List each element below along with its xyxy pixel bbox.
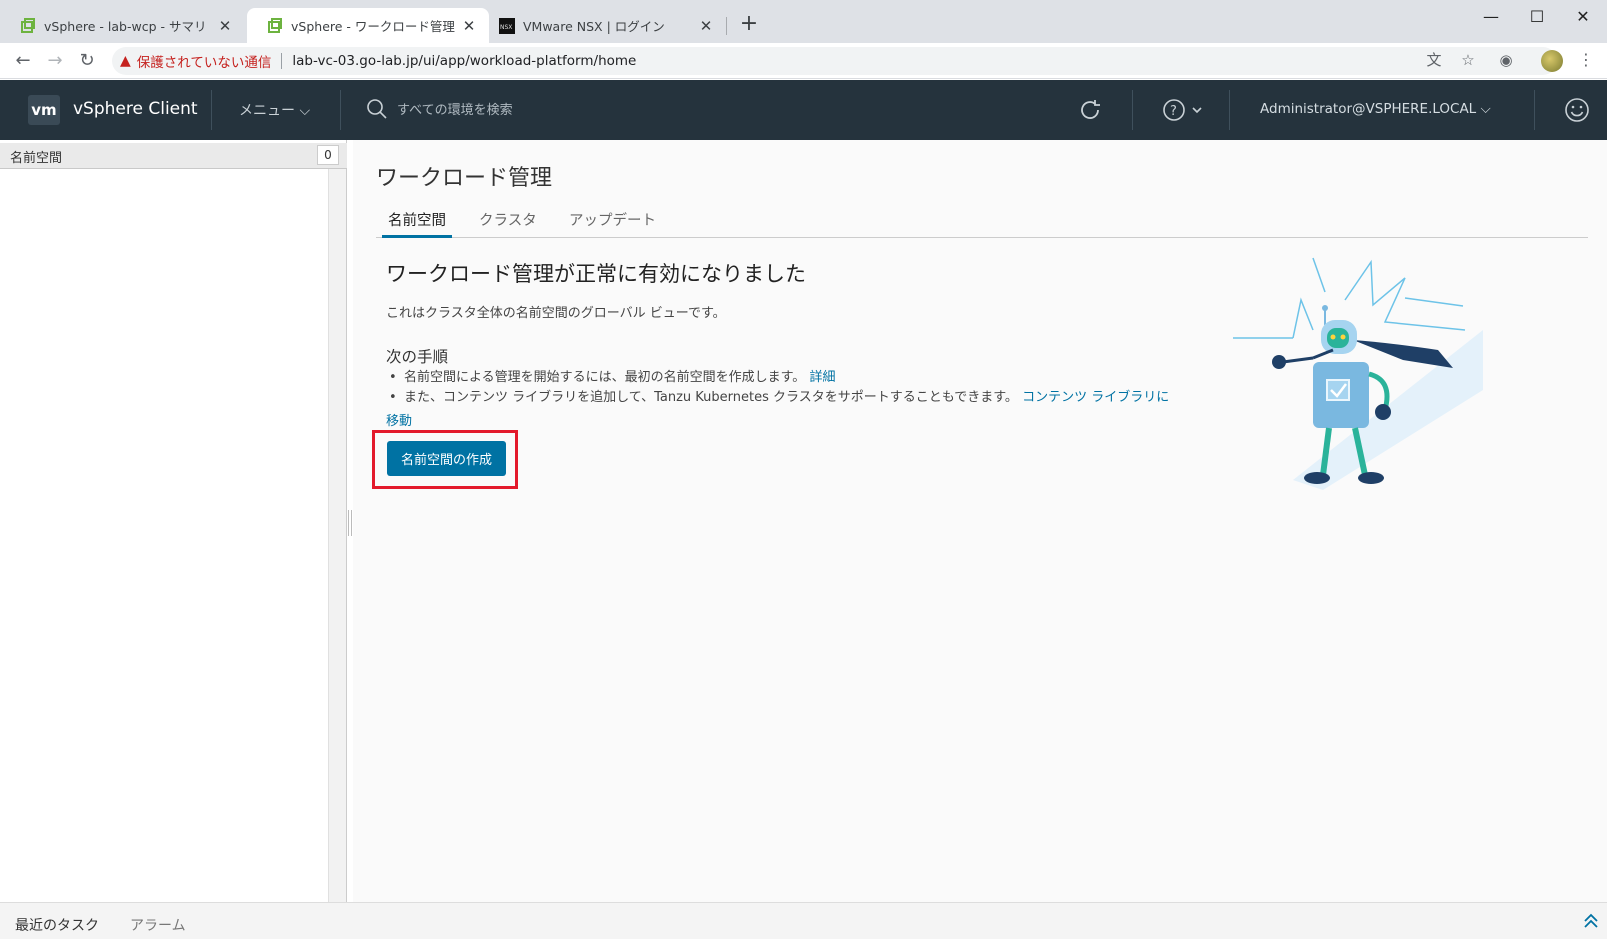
create-namespace-button[interactable]: 名前空間の作成	[387, 441, 506, 476]
new-tab-button[interactable]: +	[736, 12, 762, 38]
browser-toolbar: ← → ↻ ▲ 保護されていない通信 lab-vc-03.go-lab.jp/u…	[0, 43, 1607, 79]
tab-clusters[interactable]: クラスタ	[479, 209, 537, 238]
omnibox-divider	[281, 53, 283, 69]
minimize-button[interactable]: —	[1468, 4, 1514, 30]
vsphere-header: vm vSphere Client メニュー ⌵ ? Administrator…	[0, 80, 1607, 140]
header-divider	[340, 90, 341, 130]
step2-text: また、コンテンツ ライブラリを追加して、Tanzu Kubernetes クラス…	[404, 390, 1018, 405]
svg-text:?: ?	[1170, 104, 1177, 119]
success-heading: ワークロード管理が正常に有効になりました	[386, 262, 806, 286]
browser-tab-summary[interactable]: vSphere - lab-wcp - サマリ ✕	[0, 8, 245, 43]
feedback-smiley-icon[interactable]	[1564, 97, 1590, 123]
tab-divider	[726, 17, 727, 35]
tab-updates[interactable]: アップデート	[569, 209, 656, 238]
header-divider	[211, 90, 212, 130]
namespace-panel: 名前空間 0	[0, 140, 347, 902]
main-content: ワークロード管理 名前空間 クラスタ アップデート ワークロード管理が正常に有効…	[353, 140, 1607, 902]
next-steps-heading: 次の手順	[386, 348, 449, 366]
learn-more-link[interactable]: 詳細	[809, 370, 835, 385]
tab-title: vSphere - ワークロード管理	[291, 19, 455, 34]
browser-menu-icon[interactable]: ⋮	[1578, 50, 1594, 69]
content-library-link-continued[interactable]: 移動	[386, 410, 412, 429]
tab-close-icon[interactable]: ✕	[698, 17, 714, 35]
user-menu[interactable]: Administrator@VSPHERE.LOCAL ⌵	[1260, 101, 1491, 117]
nsx-favicon-icon: NSX	[499, 17, 515, 34]
vsphere-favicon-icon	[268, 17, 282, 33]
security-warning[interactable]: 保護されていない通信	[137, 51, 272, 71]
namespace-count-badge: 0	[317, 145, 339, 165]
next-steps-list: 名前空間による管理を開始するには、最初の名前空間を作成します。 詳細 また、コン…	[386, 368, 1186, 408]
svg-text:NSX: NSX	[500, 24, 512, 31]
recent-tasks-tab[interactable]: 最近のタスク	[15, 915, 99, 935]
extension-icon[interactable]: ◉	[1495, 49, 1517, 71]
forward-button[interactable]: →	[41, 47, 69, 75]
chevron-double-up-icon[interactable]	[1583, 912, 1599, 930]
browser-tab-workload[interactable]: vSphere - ワークロード管理 ✕	[247, 8, 489, 43]
content-library-link[interactable]: コンテンツ ライブラリに	[1022, 390, 1169, 405]
page-title: ワークロード管理	[376, 166, 553, 191]
bookmark-star-icon[interactable]: ☆	[1457, 49, 1479, 71]
list-item: また、コンテンツ ライブラリを追加して、Tanzu Kubernetes クラス…	[386, 388, 1186, 408]
tab-close-icon[interactable]: ✕	[461, 17, 477, 35]
header-divider	[1132, 90, 1133, 130]
address-bar[interactable]: ▲ 保護されていない通信 lab-vc-03.go-lab.jp/ui/app/…	[112, 47, 1557, 75]
tab-title: VMware NSX | ログイン	[523, 19, 665, 34]
namespace-panel-title: 名前空間	[10, 151, 63, 166]
url-text[interactable]: lab-vc-03.go-lab.jp/ui/app/workload-plat…	[292, 53, 636, 69]
search-icon[interactable]	[366, 98, 388, 120]
translate-icon[interactable]: 文	[1423, 49, 1445, 71]
menu-dropdown[interactable]: メニュー ⌵	[239, 100, 310, 120]
global-search-input[interactable]	[397, 98, 777, 122]
help-icon[interactable]: ?	[1162, 98, 1207, 122]
step1-text: 名前空間による管理を開始するには、最初の名前空間を作成します。	[404, 370, 806, 385]
list-item: 名前空間による管理を開始するには、最初の名前空間を作成します。 詳細	[386, 368, 1186, 388]
bottom-tasks-bar: 最近のタスク アラーム	[0, 902, 1607, 939]
panel-splitter-handle[interactable]	[348, 510, 352, 536]
vsphere-favicon-icon	[21, 17, 35, 33]
back-button[interactable]: ←	[9, 47, 37, 75]
namespace-panel-scrollbar[interactable]	[328, 169, 346, 902]
description-text: これはクラスタ全体の名前空間のグローバル ビューです。	[386, 306, 726, 321]
alarms-tab[interactable]: アラーム	[130, 915, 186, 935]
profile-avatar[interactable]	[1541, 50, 1563, 72]
browser-tab-nsx[interactable]: NSX VMware NSX | ログイン ✕	[489, 8, 726, 43]
reload-button[interactable]: ↻	[73, 47, 101, 75]
vmware-logo[interactable]: vm	[28, 95, 60, 125]
app-title[interactable]: vSphere Client	[73, 99, 198, 119]
robot-illustration	[1233, 257, 1483, 490]
browser-tabstrip: vSphere - lab-wcp - サマリ ✕ vSphere - ワークロ…	[0, 0, 1607, 43]
content-tabs: 名前空間 クラスタ アップデート	[376, 206, 1588, 238]
tab-namespaces[interactable]: 名前空間	[382, 209, 452, 238]
header-divider	[1229, 90, 1230, 130]
namespace-panel-header: 名前空間 0	[0, 143, 347, 169]
maximize-button[interactable]: ☐	[1514, 4, 1560, 30]
header-divider	[1534, 90, 1535, 130]
refresh-icon[interactable]	[1077, 97, 1103, 123]
tab-title: vSphere - lab-wcp - サマリ	[44, 19, 207, 34]
window-close-button[interactable]: ✕	[1560, 4, 1606, 30]
tab-close-icon[interactable]: ✕	[217, 17, 233, 35]
warning-icon: ▲	[120, 53, 131, 69]
